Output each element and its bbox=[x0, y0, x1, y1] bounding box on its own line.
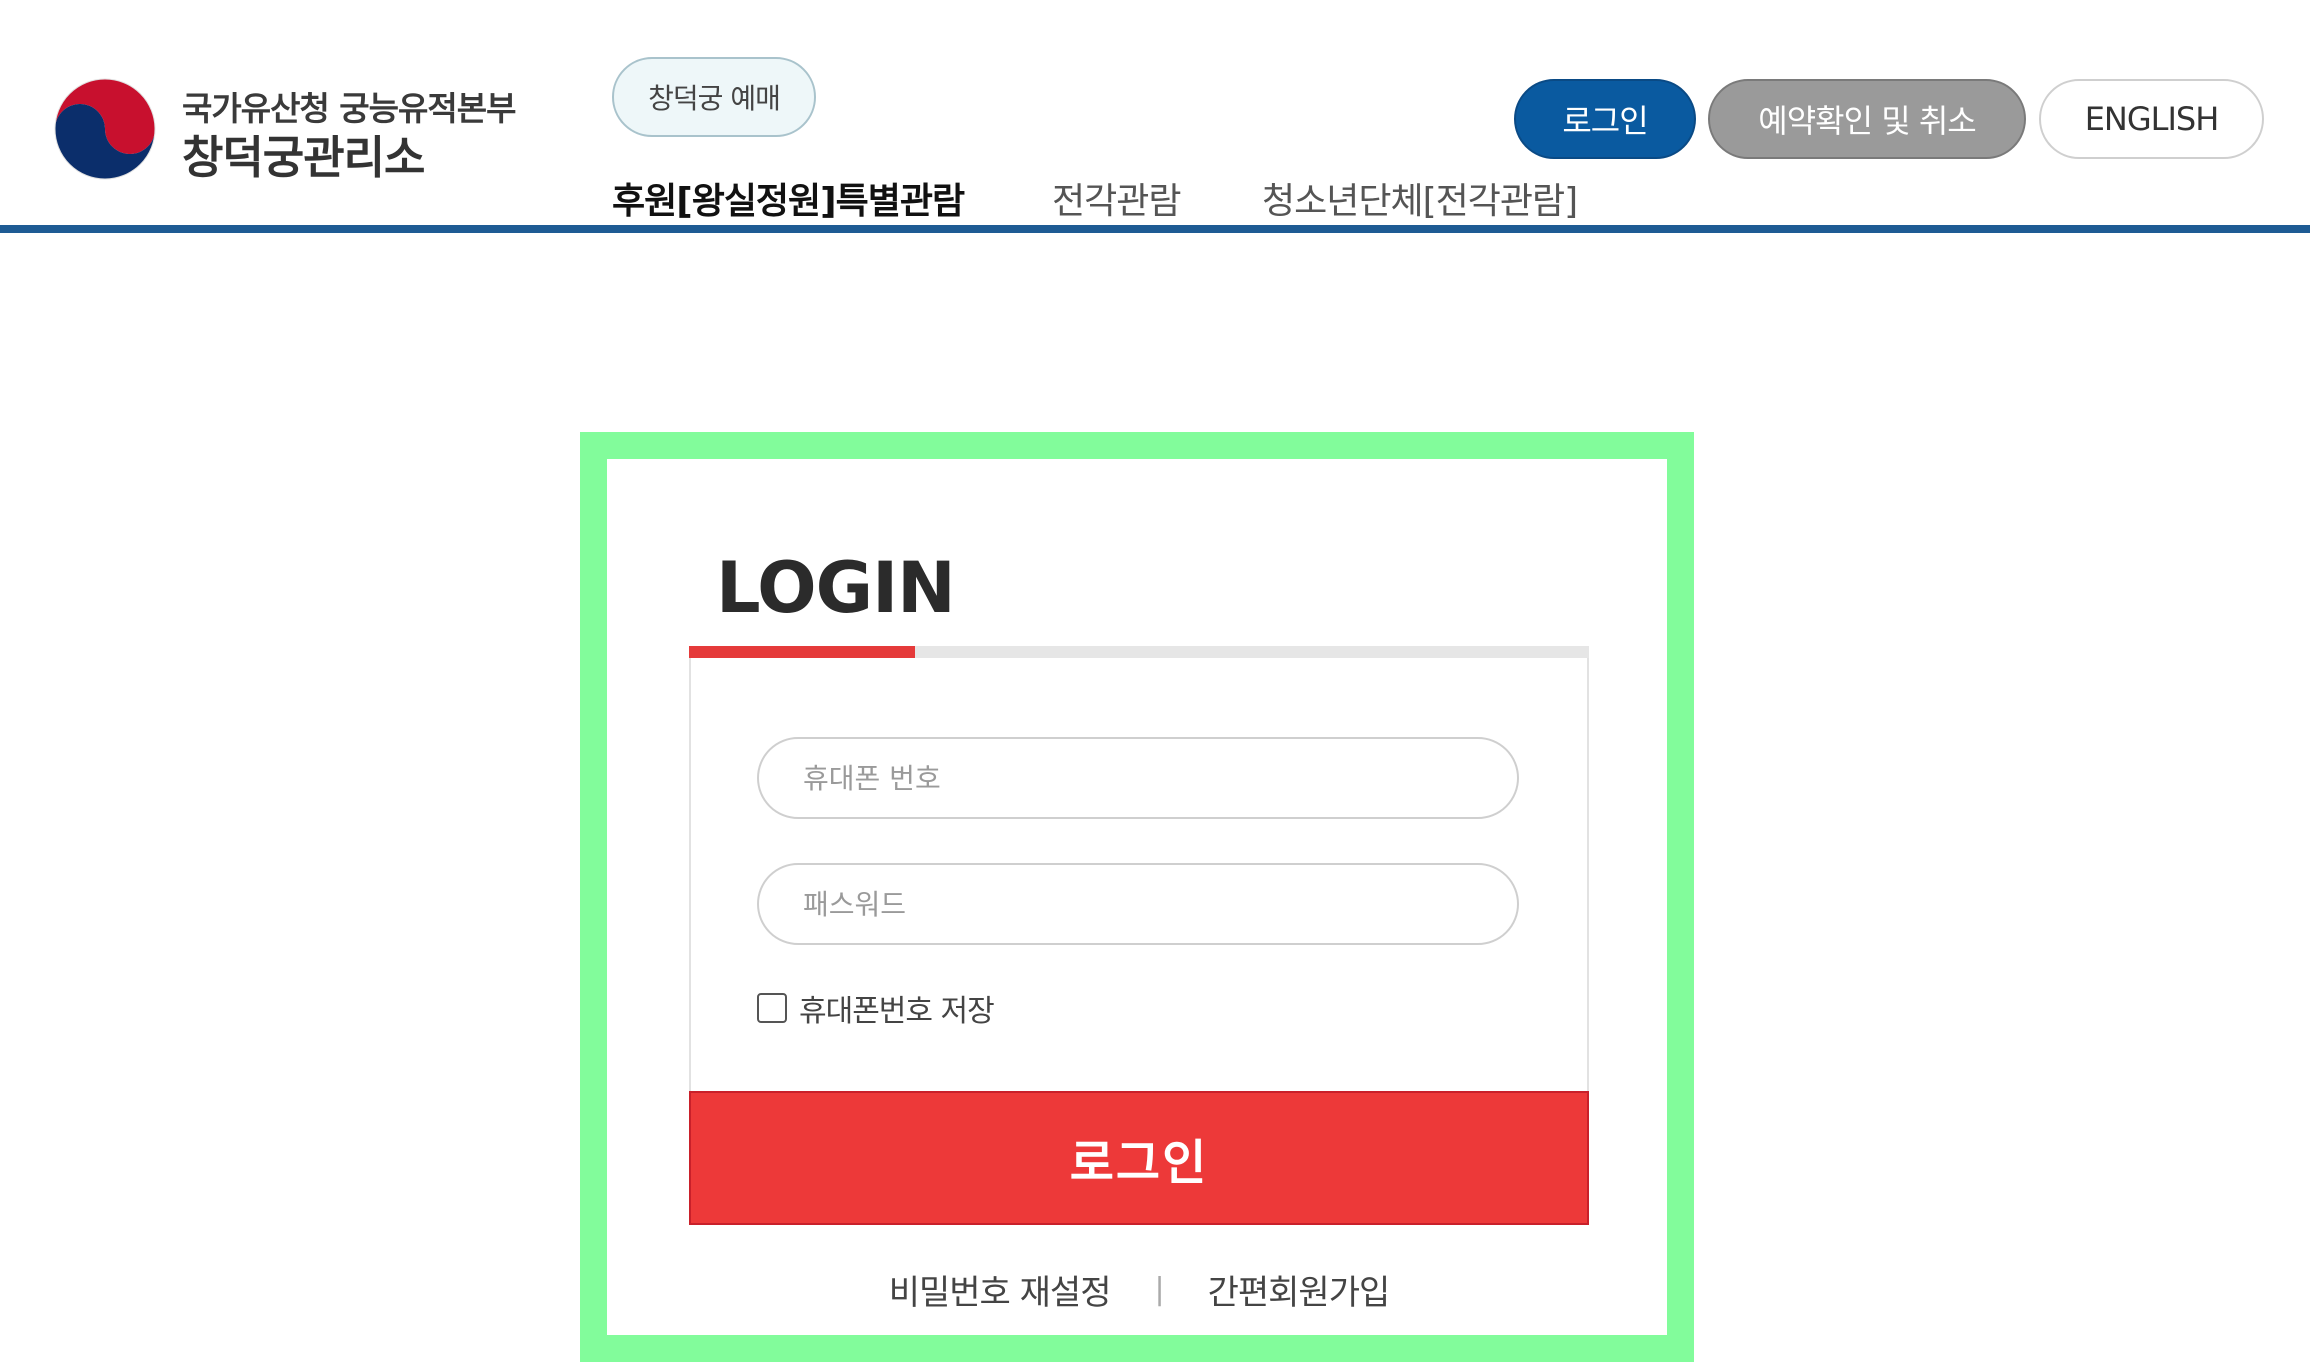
password-input[interactable] bbox=[757, 863, 1519, 945]
nav-item-jeongak[interactable]: 전각관람 bbox=[1052, 172, 1181, 224]
remember-phone-checkbox[interactable] bbox=[757, 993, 787, 1023]
nav-item-youth-group[interactable]: 청소년단체[전각관람] bbox=[1262, 172, 1578, 224]
taegeuk-emblem-icon bbox=[54, 78, 156, 180]
reservation-check-button[interactable]: 예약확인 및 취소 bbox=[1708, 79, 2026, 159]
english-button[interactable]: ENGLISH bbox=[2039, 79, 2264, 159]
ticket-pill-button[interactable]: 창덕궁 예매 bbox=[612, 57, 816, 137]
site-logo[interactable]: 국가유산청 궁능유적본부 창덕궁관리소 bbox=[52, 76, 516, 186]
header-login-button[interactable]: 로그인 bbox=[1514, 79, 1696, 159]
login-tab-bar bbox=[689, 646, 1589, 658]
reset-password-link[interactable]: 비밀번호 재설정 bbox=[889, 1265, 1112, 1314]
org-title: 창덕궁관리소 bbox=[182, 131, 425, 184]
login-title: LOGIN bbox=[716, 547, 956, 629]
login-submit-button[interactable]: 로그인 bbox=[689, 1091, 1589, 1225]
site-header: 국가유산청 궁능유적본부 창덕궁관리소 창덕궁 예매 후원[왕실정원]특별관람 … bbox=[0, 0, 2310, 233]
login-tab-active-indicator bbox=[689, 646, 915, 658]
link-separator: | bbox=[1154, 1271, 1164, 1307]
signup-link[interactable]: 간편회원가입 bbox=[1208, 1265, 1391, 1314]
phone-number-input[interactable] bbox=[757, 737, 1519, 819]
remember-phone-option[interactable]: 휴대폰번호 저장 bbox=[757, 986, 995, 1030]
account-links: 비밀번호 재설정 | 간편회원가입 bbox=[689, 1264, 1589, 1314]
page: 국가유산청 궁능유적본부 창덕궁관리소 창덕궁 예매 후원[왕실정원]특별관람 … bbox=[0, 0, 2310, 1363]
remember-phone-label[interactable]: 휴대폰번호 저장 bbox=[799, 986, 995, 1030]
nav-item-huwon-special[interactable]: 후원[왕실정원]특별관람 bbox=[612, 172, 965, 224]
